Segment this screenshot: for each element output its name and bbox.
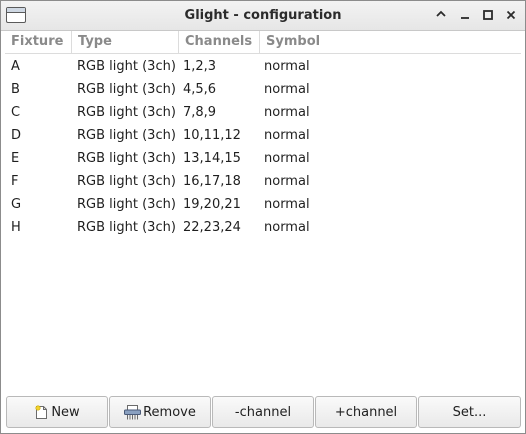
new-button[interactable]: New [6, 396, 108, 428]
cell-symbol: normal [264, 151, 310, 166]
cell-symbol: normal [264, 82, 310, 97]
chevron-up-icon [432, 10, 450, 18]
cell-type: RGB light (3ch) [77, 105, 176, 120]
cell-fixture: D [11, 128, 22, 143]
cell-symbol: normal [264, 59, 310, 74]
cell-channels: 7,8,9 [183, 105, 217, 120]
plus-channel-button-label: +channel [334, 404, 398, 420]
shredder-icon [124, 404, 142, 420]
cell-channels: 10,11,12 [183, 128, 241, 143]
cell-channels: 22,23,24 [183, 220, 241, 235]
cell-channels: 13,14,15 [183, 151, 241, 166]
column-header-channels[interactable]: Channels [179, 31, 260, 53]
cell-channels: 1,2,3 [183, 59, 217, 74]
minus-channel-button[interactable]: -channel [212, 396, 314, 428]
cell-symbol: normal [264, 197, 310, 212]
column-header-symbol[interactable]: Symbol [260, 31, 410, 53]
cell-channels: 4,5,6 [183, 82, 217, 97]
cell-type: RGB light (3ch) [77, 197, 176, 212]
close-icon [502, 10, 520, 20]
column-header-type[interactable]: Type [72, 31, 179, 53]
table-row[interactable]: D RGB light (3ch) 10,11,12 normal [5, 124, 521, 147]
cell-symbol: normal [264, 174, 310, 189]
cell-channels: 19,20,21 [183, 197, 241, 212]
cell-type: RGB light (3ch) [77, 151, 176, 166]
cell-fixture: B [11, 82, 20, 97]
table-row[interactable]: A RGB light (3ch) 1,2,3 normal [5, 55, 521, 78]
cell-symbol: normal [264, 105, 310, 120]
minus-channel-button-label: -channel [234, 404, 292, 420]
new-document-icon [34, 404, 49, 420]
cell-symbol: normal [264, 128, 310, 143]
table-header: Fixture Type Channels Symbol [5, 31, 521, 54]
cell-fixture: E [11, 151, 20, 166]
cell-type: RGB light (3ch) [77, 128, 176, 143]
cell-fixture: A [11, 59, 20, 74]
minimize-icon [456, 10, 474, 20]
set-button-label: Set... [452, 404, 487, 420]
table-row[interactable]: C RGB light (3ch) 7,8,9 normal [5, 101, 521, 124]
remove-button-label: Remove [143, 404, 196, 420]
cell-type: RGB light (3ch) [77, 59, 176, 74]
configuration-window: Glight - configuration Fixture Type Chan… [0, 0, 526, 434]
cell-fixture: G [11, 197, 22, 212]
fixtures-table[interactable]: Fixture Type Channels Symbol A RGB light… [5, 31, 521, 393]
cell-symbol: normal [264, 220, 310, 235]
column-header-fixture[interactable]: Fixture [5, 31, 72, 53]
cell-fixture: H [11, 220, 21, 235]
set-button[interactable]: Set... [418, 396, 521, 428]
cell-fixture: C [11, 105, 21, 120]
close-button[interactable] [502, 6, 520, 24]
table-row[interactable]: H RGB light (3ch) 22,23,24 normal [5, 216, 521, 239]
cell-type: RGB light (3ch) [77, 174, 176, 189]
new-button-label: New [51, 404, 80, 420]
cell-type: RGB light (3ch) [77, 82, 176, 97]
table-row[interactable]: B RGB light (3ch) 4,5,6 normal [5, 78, 521, 101]
table-row[interactable]: E RGB light (3ch) 13,14,15 normal [5, 147, 521, 170]
plus-channel-button[interactable]: +channel [315, 396, 417, 428]
table-row[interactable]: G RGB light (3ch) 19,20,21 normal [5, 193, 521, 216]
cell-type: RGB light (3ch) [77, 220, 176, 235]
maximize-button[interactable] [479, 6, 497, 24]
title-bar[interactable]: Glight - configuration [1, 1, 525, 31]
remove-button[interactable]: Remove [109, 396, 211, 428]
table-row[interactable]: F RGB light (3ch) 16,17,18 normal [5, 170, 521, 193]
cell-fixture: F [11, 174, 19, 189]
maximize-icon [479, 10, 497, 20]
shade-button[interactable] [432, 6, 450, 24]
cell-channels: 16,17,18 [183, 174, 241, 189]
minimize-button[interactable] [456, 6, 474, 24]
button-bar: New Remove -channel +channel Set... [5, 396, 523, 429]
